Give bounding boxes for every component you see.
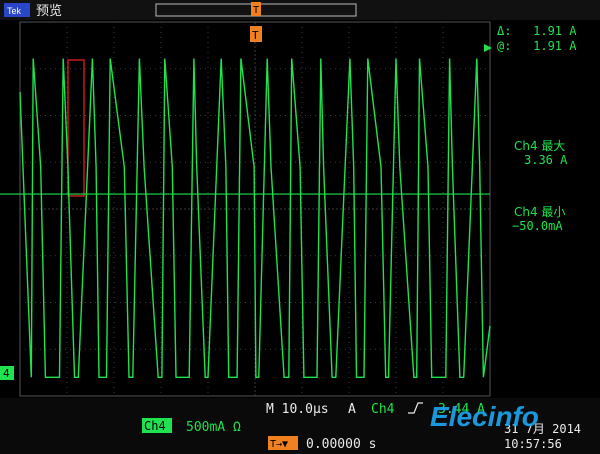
timebase-readout[interactable]: M 10.0µs	[266, 402, 329, 417]
watermark: Elecinfo	[430, 401, 539, 432]
cursor-delta-readout: Δ: 1.91 A	[497, 24, 577, 38]
channel-scale-readout[interactable]: 500mA Ω	[186, 420, 241, 435]
acquisition-mode-readout: A	[348, 402, 356, 417]
oscilloscope-screen: Tek 预览 T T 4 Δ: 1.91 A @: 1.91 A Ch4 最大 …	[0, 0, 600, 454]
trigger-position-marker-label: T	[253, 5, 259, 16]
measurement-min-label: Ch4 最小	[514, 205, 565, 219]
cursor-at-readout: @: 1.91 A	[497, 39, 577, 53]
channel-badge-label: Ch4	[144, 419, 166, 433]
acquisition-state-label: 预览	[36, 3, 62, 19]
trigger-channel-readout[interactable]: Ch4	[371, 402, 395, 417]
mode-icon-text: Tek	[7, 6, 22, 16]
measurement-max-label: Ch4 最大	[514, 139, 565, 153]
channel-marker-label: 4	[3, 367, 10, 380]
measurement-min-value: −50.0mA	[512, 219, 563, 233]
time-readout: 10:57:56	[504, 437, 562, 451]
trigger-position-badge-label: T→▼	[270, 439, 288, 450]
measurement-max-value: 3.36 A	[524, 153, 568, 167]
trigger-time-marker-label: T	[252, 29, 259, 42]
trigger-position-readout[interactable]: 0.00000 s	[306, 437, 376, 452]
